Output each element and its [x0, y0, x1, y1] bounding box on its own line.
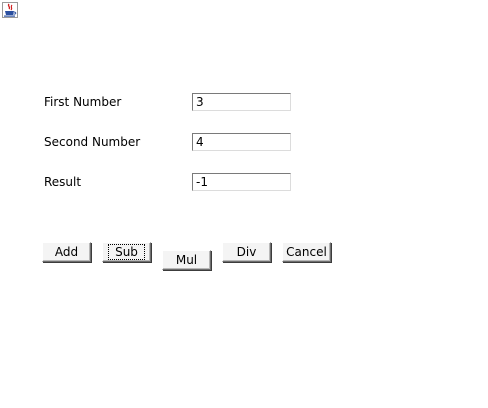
sub-button[interactable]: Sub [102, 242, 151, 262]
first-number-label: First Number [44, 95, 122, 109]
mul-button-label: Mul [175, 253, 198, 267]
second-number-label: Second Number [44, 135, 141, 149]
sub-button-label: Sub [108, 244, 145, 260]
add-button[interactable]: Add [42, 242, 91, 262]
cancel-button-label: Cancel [286, 245, 327, 259]
cancel-button[interactable]: Cancel [282, 242, 331, 262]
result-label: Result [44, 175, 82, 189]
second-number-field[interactable] [192, 133, 291, 151]
mul-button[interactable]: Mul [162, 250, 211, 270]
div-button-label: Div [236, 245, 257, 259]
java-cup-icon [2, 2, 18, 18]
first-number-field[interactable] [192, 93, 291, 111]
add-button-label: Add [54, 245, 79, 259]
result-field[interactable] [192, 173, 291, 191]
div-button[interactable]: Div [222, 242, 271, 262]
